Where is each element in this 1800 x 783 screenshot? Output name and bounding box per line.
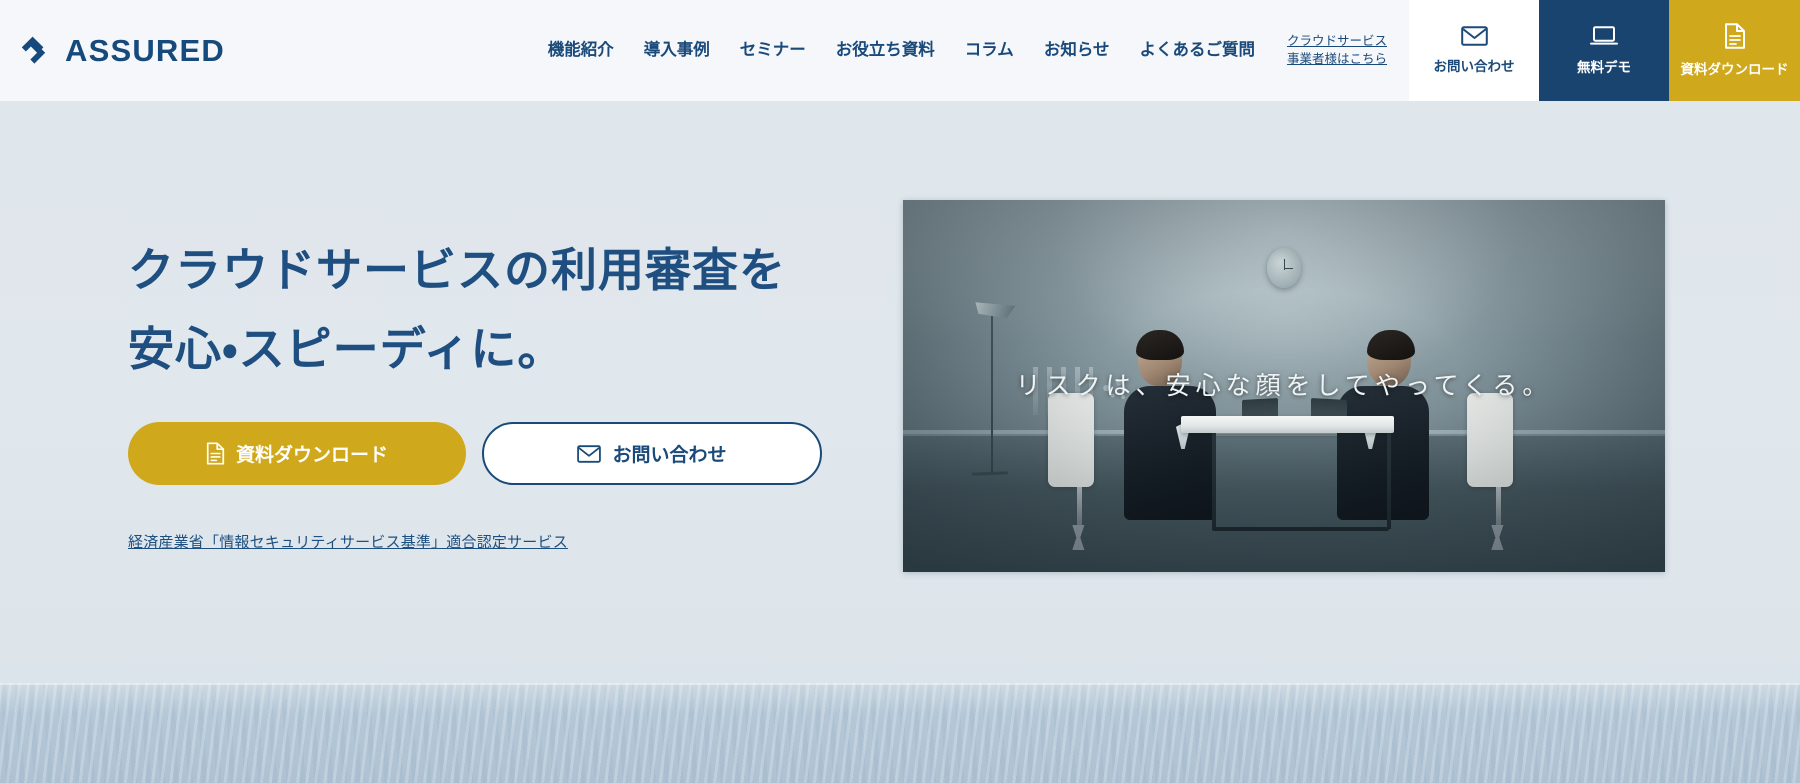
envelope-icon (577, 445, 602, 463)
logo[interactable]: ASSURED (0, 0, 225, 101)
hero-contact-button[interactable]: お問い合わせ (482, 422, 822, 486)
header-download-label: 資料ダウンロード (1680, 62, 1789, 77)
hero-download-label: 資料ダウンロード (235, 445, 388, 467)
nav-item-faq[interactable]: よくあるご質問 (1139, 42, 1255, 59)
nav-item-case-studies[interactable]: 導入事例 (644, 42, 710, 59)
cloud-provider-link[interactable]: クラウドサービス 事業者様はこちら (1287, 34, 1387, 67)
hero-video[interactable]: リスクは、安心な顔をしてやってくる。 (903, 200, 1665, 572)
header-demo-label: 無料デモ (1577, 59, 1631, 75)
page-root: ASSURED 機能紹介 導入事例 セミナー お役立ち資料 コラム お知らせ よ… (0, 0, 1800, 783)
document-icon (206, 442, 225, 465)
site-header: ASSURED 機能紹介 導入事例 セミナー お役立ち資料 コラム お知らせ よ… (0, 0, 1800, 101)
header-download-button[interactable]: 資料ダウンロード (1669, 0, 1800, 101)
hero-contact-label: お問い合わせ (612, 445, 727, 467)
hero-download-button[interactable]: 資料ダウンロード (128, 422, 466, 486)
nav-item-news[interactable]: お知らせ (1044, 42, 1110, 59)
hero-floor-band (0, 683, 1800, 783)
main-navigation: 機能紹介 導入事例 セミナー お役立ち資料 コラム お知らせ よくあるご質問 ク… (225, 0, 1409, 101)
envelope-icon (1460, 26, 1488, 46)
hero-copy-block: クラウドサービスの利用審査を 安心・スピーディに。 資料ダウンロード お問い合わ… (128, 231, 828, 552)
nav-item-seminar[interactable]: セミナー (740, 42, 806, 59)
hero-title-line2: 安心・スピーディに。 (128, 323, 565, 376)
video-caption: リスクは、安心な顔をしてやってくる。 (1015, 372, 1553, 400)
logo-text: ASSURED (65, 33, 225, 68)
nav-item-features[interactable]: 機能紹介 (548, 42, 614, 59)
cloud-provider-link-line2: 事業者様はこちら (1286, 51, 1387, 66)
certification-link[interactable]: 経済産業省「情報セキュリティサービス基準」適合認定サービス (128, 531, 568, 552)
hero-section: クラウドサービスの利用審査を 安心・スピーディに。 資料ダウンロード お問い合わ… (0, 101, 1800, 783)
hero-button-group: 資料ダウンロード お問い合わせ (128, 422, 828, 486)
header-contact-button[interactable]: お問い合わせ (1409, 0, 1539, 101)
nav-item-resources[interactable]: お役立ち資料 (836, 42, 935, 59)
hero-title-line1: クラウドサービスの利用審査を (128, 244, 786, 296)
laptop-icon (1590, 25, 1618, 45)
assured-chevron-logo-icon (21, 36, 46, 64)
cloud-provider-link-line1: クラウドサービス (1286, 33, 1387, 48)
header-cta-group: お問い合わせ 無料デモ 資料ダウンロード (1409, 0, 1800, 101)
header-demo-button[interactable]: 無料デモ (1539, 0, 1669, 101)
header-contact-label: お問い合わせ (1433, 59, 1515, 74)
nav-item-column[interactable]: コラム (965, 42, 1014, 59)
hero-title: クラウドサービスの利用審査を 安心・スピーディに。 (128, 231, 828, 389)
document-icon (1724, 23, 1745, 49)
